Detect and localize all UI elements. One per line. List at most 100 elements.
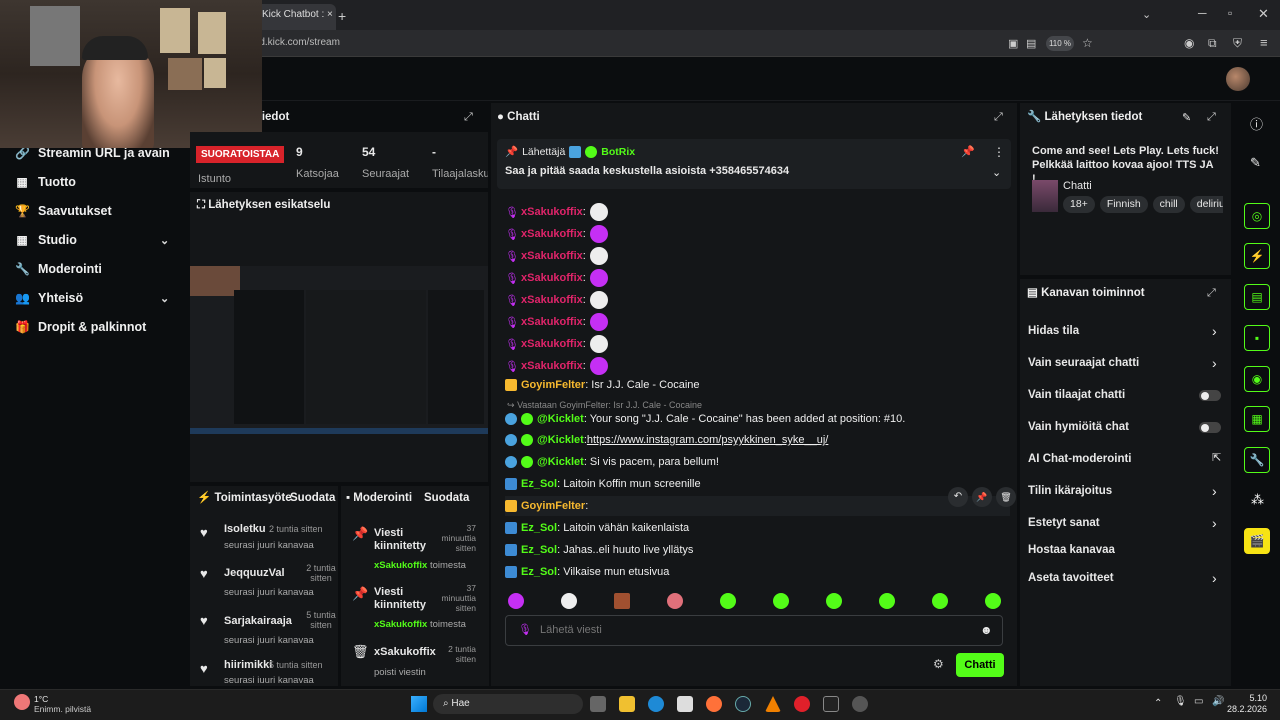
minimize-icon[interactable]: ─ — [1198, 6, 1207, 20]
category-thumbnail[interactable] — [1032, 180, 1058, 212]
chevron-right-icon[interactable]: › — [1212, 570, 1217, 586]
rail-layout-icon[interactable]: ▦ — [1244, 406, 1270, 432]
windows-start-icon[interactable] — [411, 696, 427, 712]
rail-bolt-icon[interactable]: ⚡ — [1244, 243, 1270, 269]
chat-username[interactable]: Ez_Sol — [521, 544, 557, 556]
rail-camera-icon[interactable]: ◎ — [1244, 203, 1270, 229]
shield-icon[interactable]: ⛨ — [1233, 36, 1242, 51]
weather-widget[interactable]: 1°C Enimm. pilvistä — [34, 694, 91, 714]
chevron-right-icon[interactable]: › — [1212, 515, 1217, 531]
mod-user[interactable]: xSakukoffix — [374, 560, 427, 571]
info-icon[interactable]: ⓘ — [1250, 114, 1263, 133]
url-field[interactable]: rd.kick.com/stream — [256, 33, 340, 53]
external-link-icon[interactable]: ⇱ — [1212, 451, 1221, 464]
screen-icon[interactable]: ▣ — [1008, 37, 1018, 50]
chat-username[interactable]: Ez_Sol — [521, 478, 557, 490]
chat-message-hovered[interactable]: GoyimFelter: — [505, 496, 1010, 516]
rail-clapper-icon[interactable]: 🎬 — [1244, 528, 1270, 554]
pin-icon[interactable]: 📌 — [972, 487, 992, 507]
emote-only-toggle[interactable] — [1199, 422, 1221, 433]
chat-message[interactable]: @Kicklet: Si vis pacem, para bellum! — [505, 452, 719, 472]
chat-message[interactable]: Ez_Sol: Laitoin Koffin mun screenille — [505, 474, 701, 494]
action-blocked-words[interactable]: Estetyt sanat — [1028, 513, 1100, 533]
chat-message[interactable]: Ez_Sol: Laitoin vähän kaikenlaista — [505, 518, 689, 538]
extensions-icon[interactable]: ⧉ — [1208, 36, 1217, 51]
emote-icon[interactable] — [826, 593, 842, 609]
activity-filter[interactable]: Suodata — [290, 492, 335, 504]
sidebar-item-studio[interactable]: ▦ Studio ⌄ — [15, 229, 185, 251]
sidebar-item-achievements[interactable]: 🏆 Saavutukset — [15, 200, 112, 222]
chat-username[interactable]: Ez_Sol — [521, 566, 557, 578]
emote-icon[interactable] — [508, 593, 524, 609]
chat-message[interactable]: GoyimFelter: Isr J.J. Cale - Cocaine — [505, 375, 700, 395]
tag[interactable]: Finnish — [1099, 196, 1148, 213]
tag[interactable]: 18+ — [1063, 196, 1095, 213]
action-age-restriction[interactable]: Tilin ikärajoitus — [1028, 481, 1112, 501]
window-close-icon[interactable]: ✕ — [1258, 6, 1269, 22]
chat-message[interactable]: 🎙 xSakukoffix: — [505, 246, 608, 266]
expand-icon[interactable]: ⤢ — [994, 111, 1003, 124]
mic-icon[interactable]: 🎙 — [1174, 696, 1187, 707]
chat-message[interactable]: Ez_Sol: Jahas..eli huuto live yllätys — [505, 540, 693, 560]
activity-user[interactable]: hiirimikki — [224, 659, 272, 671]
emote-icon[interactable] — [720, 593, 736, 609]
sidebar-item-moderation[interactable]: 🔧 Moderointi — [15, 258, 102, 280]
action-emote-only[interactable]: Vain hymiöitä chat — [1028, 417, 1129, 437]
chevron-right-icon[interactable]: › — [1212, 355, 1217, 371]
chat-username[interactable]: @Kicklet — [537, 413, 584, 425]
emote-icon[interactable] — [773, 593, 789, 609]
chat-username[interactable]: xSakukoffix — [521, 294, 583, 306]
send-chat-button[interactable]: Chatti — [956, 653, 1004, 677]
action-ai-moderation[interactable]: AI Chat-moderointi — [1028, 449, 1132, 469]
zoom-badge[interactable]: 110 % — [1046, 36, 1074, 51]
clock[interactable]: 5.10 28.2.2026 — [1223, 693, 1267, 715]
chat-username[interactable]: xSakukoffix — [521, 360, 583, 372]
chat-input[interactable] — [540, 621, 960, 639]
chat-message[interactable]: 🎙 xSakukoffix: — [505, 290, 608, 310]
expand-icon[interactable]: ⤢ — [1207, 111, 1216, 124]
chat-message[interactable]: @Kicklet: Your song "J.J. Cale - Cocaine… — [505, 409, 905, 429]
chat-message[interactable]: 🎙 xSakukoffix: — [505, 356, 608, 376]
subscribers-only-toggle[interactable] — [1199, 390, 1221, 401]
bookmark-star-icon[interactable]: ☆ — [1082, 36, 1093, 50]
action-followers-only[interactable]: Vain seuraajat chatti — [1028, 353, 1139, 373]
activity-user[interactable]: JeqquuzVal — [224, 567, 285, 579]
action-set-goals[interactable]: Aseta tavoitteet — [1028, 568, 1114, 588]
chat-message[interactable]: Ez_Sol: Vilkaise mun etusivua — [505, 562, 669, 582]
opera-icon[interactable] — [794, 696, 810, 712]
file-explorer-icon[interactable] — [619, 696, 635, 712]
tab-list-icon[interactable]: ⌄ — [1142, 8, 1151, 21]
emote-icon[interactable] — [879, 593, 895, 609]
expand-icon[interactable]: ⤢ — [1207, 287, 1216, 300]
chevron-up-icon[interactable]: ⌃ — [1154, 698, 1162, 709]
chat-username[interactable]: xSakukoffix — [521, 338, 583, 350]
chat-message[interactable]: 🎙 xSakukoffix: — [505, 224, 608, 244]
chat-username[interactable]: @Kicklet — [537, 434, 584, 446]
browser-tab[interactable]: Kick Chatbot : × — [256, 4, 336, 30]
action-subscribers-only[interactable]: Vain tilaajat chatti — [1028, 385, 1125, 405]
reader-icon[interactable]: ▤ — [1026, 37, 1036, 50]
chat-username[interactable]: GoyimFelter — [521, 500, 585, 512]
chat-username[interactable]: xSakukoffix — [521, 250, 583, 262]
unpin-icon[interactable]: 📌 — [961, 145, 975, 158]
chevron-down-icon[interactable]: ⌄ — [992, 166, 1001, 179]
maximize-icon[interactable]: ▫ — [1228, 6, 1232, 20]
store-icon[interactable] — [677, 696, 693, 712]
rail-document-icon[interactable]: ▤ — [1244, 284, 1270, 310]
firefox-icon[interactable] — [706, 696, 722, 712]
activity-user[interactable]: Isoletku — [224, 523, 266, 535]
chat-message[interactable]: @Kicklet: https://www.instagram.com/psyy… — [505, 430, 828, 450]
emote-icon[interactable] — [932, 593, 948, 609]
category-name[interactable]: Chatti — [1063, 180, 1092, 192]
expand-icon[interactable]: ⤢ — [464, 111, 473, 124]
account-icon[interactable]: ◉ — [1184, 36, 1194, 50]
display-icon[interactable]: ▭ — [1194, 696, 1203, 707]
rail-chat-icon[interactable]: ▪ — [1244, 325, 1270, 351]
tag[interactable]: chill — [1152, 196, 1185, 213]
chevron-right-icon[interactable]: › — [1212, 483, 1217, 499]
sidebar-item-drops[interactable]: 🎁 Dropit & palkinnot — [15, 316, 146, 338]
chat-message[interactable]: 🎙 xSakukoffix: — [505, 202, 608, 222]
gear-icon[interactable]: ⚙ — [933, 657, 944, 671]
stream-preview-video[interactable] — [190, 266, 488, 434]
emote-icon[interactable] — [614, 593, 630, 609]
